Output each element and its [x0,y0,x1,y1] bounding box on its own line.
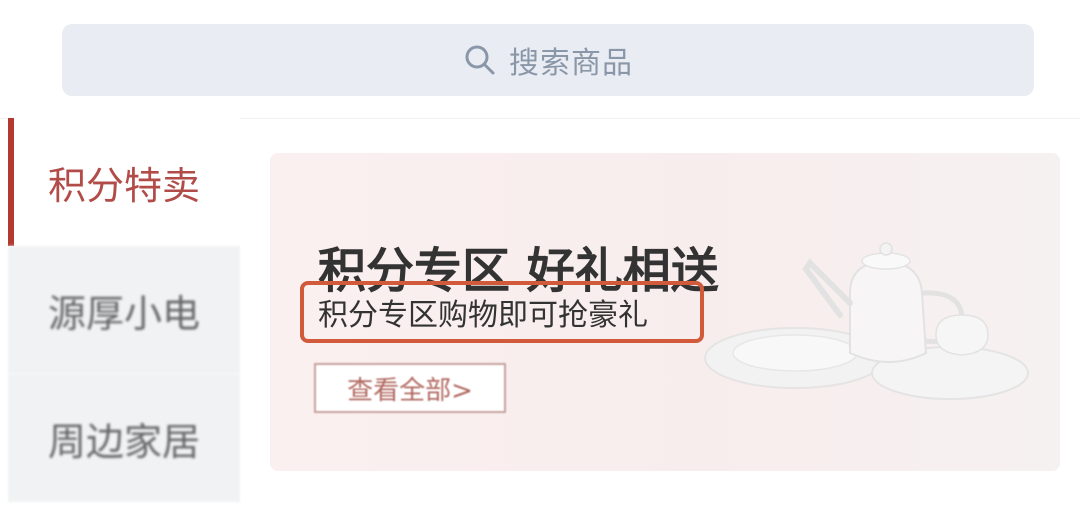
search-icon [465,45,495,75]
search-header: 搜索商品 [0,0,1080,119]
search-bar[interactable]: 搜索商品 [62,24,1034,96]
category-sidebar: 积分特卖 源厚小电 周边家居 [0,118,240,516]
sidebar-item-label: 积分特卖 [47,163,200,208]
points-banner[interactable]: 积分专区 好礼相送 积分专区购物即可抢豪礼 查看全部> [270,153,1060,471]
search-placeholder: 搜索商品 [509,46,633,81]
teapot-set-image [704,242,1029,400]
banner-subtitle: 积分专区购物即可抢豪礼 [300,281,704,343]
banner-subtitle-text: 积分专区购物即可抢豪礼 [318,298,648,333]
view-all-button[interactable]: 查看全部> [314,363,506,413]
sidebar-item-home-goods[interactable]: 周边家居 [8,374,240,502]
sidebar-item-label: 周边家居 [47,419,200,464]
sidebar-item-small-appliances[interactable]: 源厚小电 [8,246,240,374]
sidebar-item-points-sale[interactable]: 积分特卖 [8,118,240,246]
sidebar-item-label: 源厚小电 [47,291,200,336]
